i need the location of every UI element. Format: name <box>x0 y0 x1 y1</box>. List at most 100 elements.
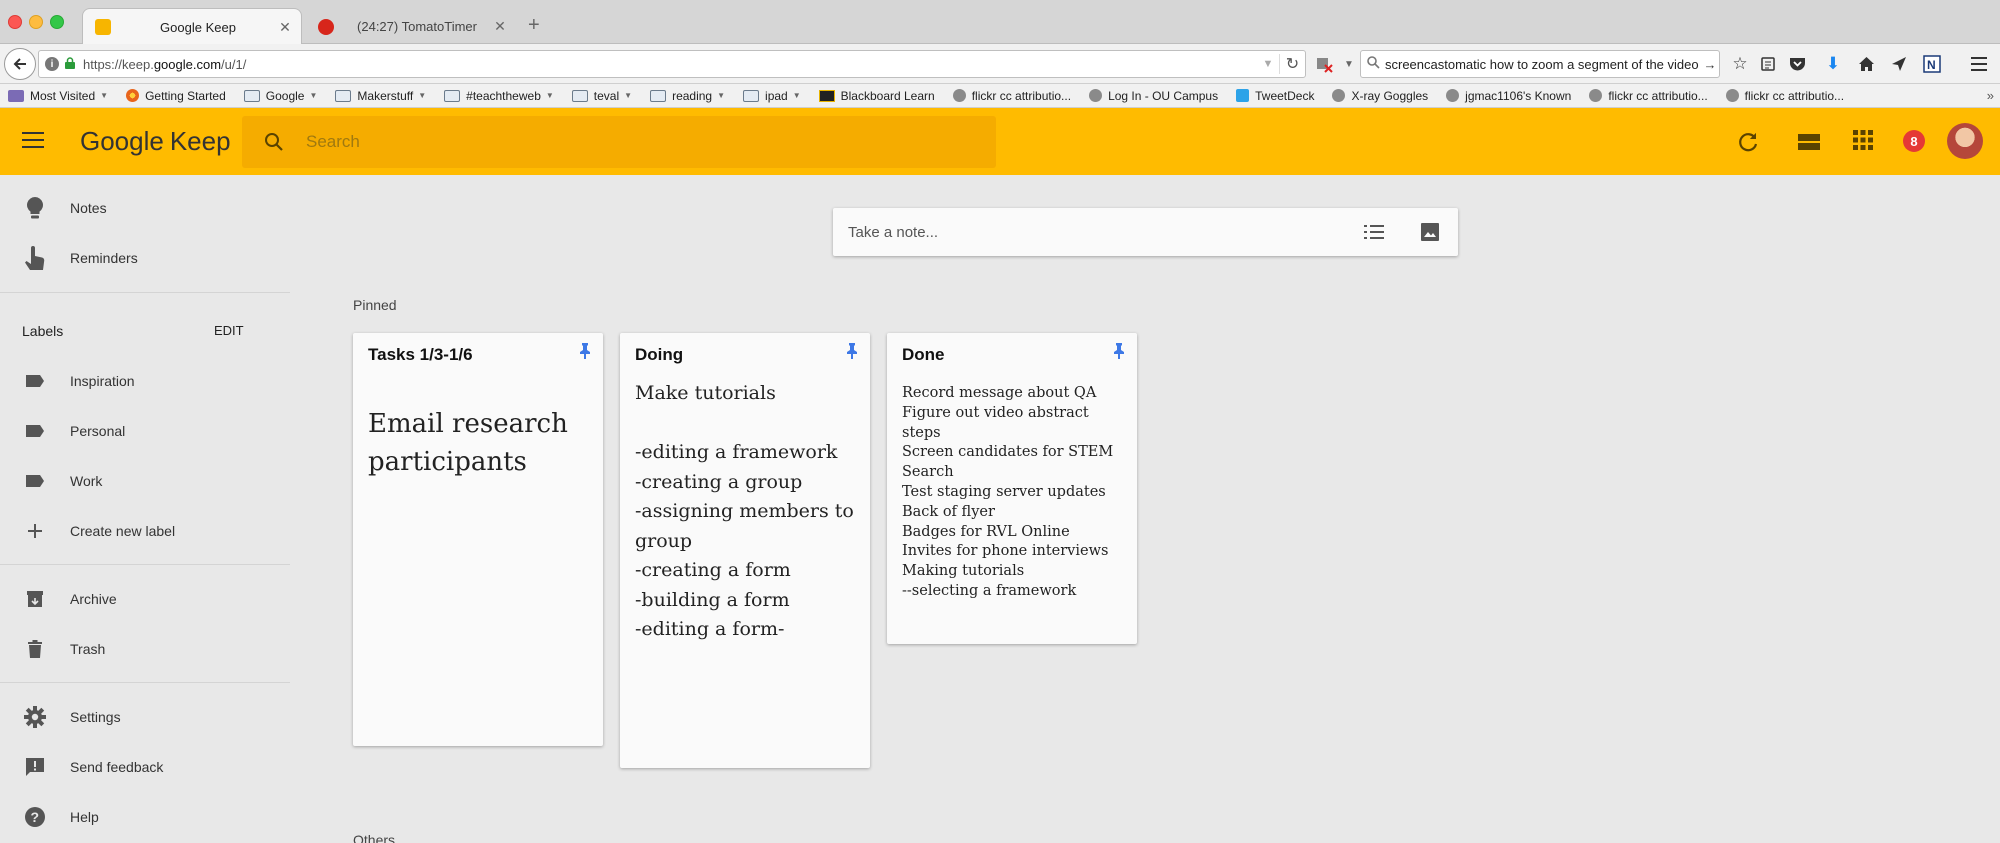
bookmark-item[interactable]: flickr cc attributio... <box>1589 89 1708 103</box>
refresh-icon[interactable] <box>1736 130 1760 154</box>
sidebar-item-work[interactable]: Work <box>0 456 290 506</box>
take-note-bar[interactable]: Take a note... <box>833 208 1458 256</box>
bookmark-item[interactable]: Log In - OU Campus <box>1089 89 1218 103</box>
pin-icon[interactable] <box>579 343 591 364</box>
blackboard-icon <box>818 89 835 102</box>
globe-icon <box>1332 89 1346 102</box>
address-bar[interactable]: i https://keep.google.com/u/1/ ▼ ↻ <box>38 50 1306 78</box>
sidebar-item-reminders[interactable]: Reminders <box>0 233 290 283</box>
tab-tomatotimer[interactable]: (24:27) TomatoTimer ✕ <box>306 8 516 45</box>
home-icon[interactable] <box>1855 53 1877 75</box>
keep-header: Google Keep Search 8 <box>0 108 2000 175</box>
firefox-icon <box>126 89 140 102</box>
send-icon[interactable] <box>1888 53 1910 75</box>
sidebar-item-notes[interactable]: Notes <box>0 183 290 233</box>
bookmarks-overflow-icon[interactable]: » <box>1987 88 1994 103</box>
note-card[interactable]: Doing Make tutorials -editing a framewor… <box>620 333 870 768</box>
tab-close-icon[interactable]: ✕ <box>490 18 510 35</box>
chevron-down-icon: ▼ <box>418 91 427 100</box>
new-image-note-icon[interactable] <box>1402 222 1458 242</box>
url-dropdown-icon[interactable]: ▼ <box>1257 58 1279 70</box>
maximize-window-button[interactable] <box>50 15 64 29</box>
apps-grid-icon[interactable] <box>1853 130 1877 154</box>
sidebar: Notes Reminders Labels EDIT Inspiration … <box>0 175 290 843</box>
extension-blocked-icon[interactable] <box>1314 54 1334 74</box>
labels-edit-button[interactable]: EDIT <box>214 323 244 338</box>
bookmark-star-icon[interactable]: ☆ <box>1729 53 1751 75</box>
bookmark-item[interactable]: Makerstuff ▼ <box>335 89 426 103</box>
sidebar-item-inspiration[interactable]: Inspiration <box>0 356 290 406</box>
bookmark-item[interactable]: ipad ▼ <box>743 89 801 103</box>
list-view-icon[interactable] <box>1797 130 1821 154</box>
bookmark-item[interactable]: jgmac1106's Known <box>1446 89 1571 103</box>
search-query[interactable]: screencastomatic how to zoom a segment o… <box>1385 57 1701 72</box>
bookmark-item[interactable]: TweetDeck <box>1236 89 1314 103</box>
extension-n-icon[interactable]: N <box>1921 53 1943 75</box>
bookmark-item[interactable]: #teachtheweb ▼ <box>444 89 554 103</box>
url-text[interactable]: https://keep.google.com/u/1/ <box>83 57 1257 72</box>
sidebar-item-personal[interactable]: Personal <box>0 406 290 456</box>
create-new-label-button[interactable]: Create new label <box>0 506 290 556</box>
tab-google-keep[interactable]: Google Keep ✕ <box>82 8 302 45</box>
bookmark-item[interactable]: X-ray Goggles <box>1332 89 1428 103</box>
notifications-badge[interactable]: 8 <box>1903 130 1925 152</box>
note-body: Email research participants <box>368 409 568 477</box>
sidebar-item-archive[interactable]: Archive <box>0 574 290 624</box>
reload-icon[interactable]: ↻ <box>1279 54 1305 74</box>
new-list-icon[interactable] <box>1346 224 1402 240</box>
sidebar-item-label: Help <box>70 809 99 825</box>
sidebar-item-label: Work <box>70 473 103 489</box>
sidebar-item-send-feedback[interactable]: Send feedback <box>0 742 290 792</box>
app-logo[interactable]: Google Keep <box>80 126 231 157</box>
bookmarks-bar: Most Visited ▼ Getting Started Google ▼ Maker… <box>0 84 2000 108</box>
keep-search-bar[interactable]: Search <box>242 116 996 168</box>
bookmark-item[interactable]: flickr cc attributio... <box>952 89 1071 103</box>
plus-icon <box>0 523 70 539</box>
extension-dropdown-icon[interactable]: ▼ <box>1338 53 1360 75</box>
bookmark-item[interactable]: Blackboard Learn <box>818 89 935 103</box>
browser-search-bar[interactable]: screencastomatic how to zoom a segment o… <box>1360 50 1720 78</box>
download-icon[interactable]: ⬇ <box>1822 53 1844 75</box>
take-note-input[interactable]: Take a note... <box>833 224 1346 241</box>
close-window-button[interactable] <box>8 15 22 29</box>
reading-list-icon[interactable] <box>1757 53 1779 75</box>
sidebar-item-settings[interactable]: Settings <box>0 692 290 742</box>
feedback-icon <box>0 757 70 777</box>
bookmark-label: Most Visited <box>30 88 96 103</box>
bookmark-item[interactable]: flickr cc attributio... <box>1725 89 1844 103</box>
main-menu-icon[interactable] <box>22 132 44 150</box>
search-input[interactable]: Search <box>306 132 360 152</box>
bookmark-item[interactable]: reading ▼ <box>650 89 725 103</box>
gear-icon <box>0 706 70 728</box>
avatar[interactable] <box>1947 123 1983 159</box>
tweetdeck-icon <box>1236 89 1250 102</box>
pocket-icon[interactable] <box>1786 53 1808 75</box>
bookmark-label: Getting Started <box>145 88 226 103</box>
back-button[interactable] <box>4 48 36 80</box>
folder-icon <box>243 89 260 102</box>
pinned-section-label: Pinned <box>353 297 397 313</box>
globe-icon <box>952 89 966 102</box>
minimize-window-button[interactable] <box>29 15 43 29</box>
sidebar-item-help[interactable]: ? Help <box>0 792 290 842</box>
sidebar-item-trash[interactable]: Trash <box>0 624 290 674</box>
sidebar-item-label: Trash <box>70 641 106 657</box>
new-tab-button[interactable]: + <box>528 14 540 37</box>
tab-close-icon[interactable]: ✕ <box>275 19 295 36</box>
logo-keep-text: Keep <box>169 126 231 156</box>
info-icon[interactable]: i <box>45 57 59 71</box>
search-go-icon[interactable]: → <box>1701 57 1719 72</box>
bookmark-item[interactable]: Google ▼ <box>243 89 317 103</box>
note-card[interactable]: Tasks 1/3-1/6 Email research participant… <box>353 333 603 746</box>
tomato-favicon-icon <box>318 18 334 35</box>
bookmark-item[interactable]: Most Visited ▼ <box>8 89 108 103</box>
trash-icon <box>0 640 70 658</box>
pin-icon[interactable] <box>1113 343 1125 364</box>
sidebar-item-label: Archive <box>70 591 117 607</box>
globe-icon <box>1089 89 1103 102</box>
bookmark-item[interactable]: teval ▼ <box>571 89 632 103</box>
pin-icon[interactable] <box>846 343 858 364</box>
menu-icon[interactable] <box>1968 53 1990 75</box>
bookmark-item[interactable]: Getting Started <box>126 89 226 103</box>
note-card[interactable]: Done Record message about QA Figure out … <box>887 333 1137 644</box>
